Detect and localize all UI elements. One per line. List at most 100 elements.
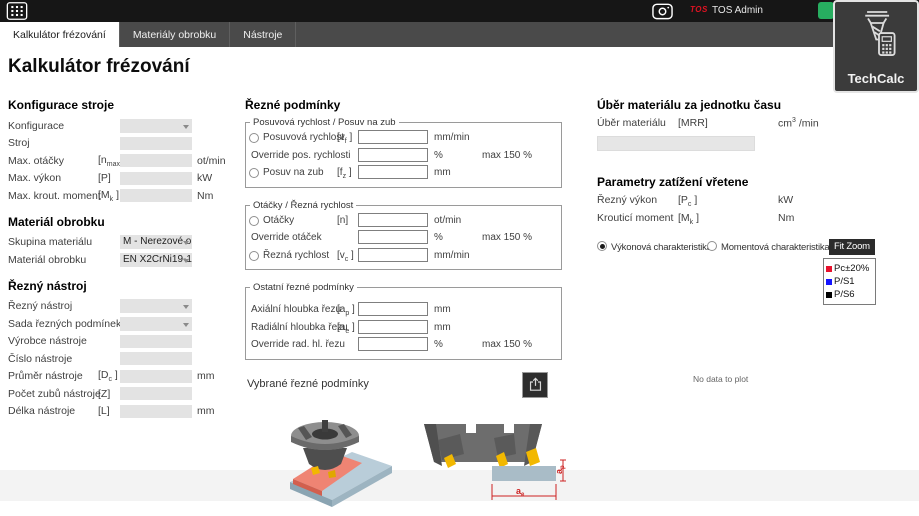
field-symbol: [ap ] [337,304,355,317]
override-pos-rychlosti-input[interactable] [358,148,428,162]
field-symbol: [Pc ] [678,194,697,208]
pocet-zubu-field [120,387,192,400]
field-label: Průměr nástroje [8,370,98,382]
field-unit: Nm [778,212,794,224]
prumer-nastroje-field [120,370,192,383]
rezny-nastroj-select[interactable] [120,299,192,313]
tab-kalkulator-frezovani[interactable]: Kalkulátor frézování [0,22,120,47]
field-symbol: [vc ] [337,250,354,263]
speed-group: Otáčky / Řezná rychlost Otáčky [n] ot/mi… [245,200,562,271]
form-row: Délka nástroje [L] mm [8,403,240,421]
otacky-radio[interactable] [249,216,259,226]
form-row: Sada řezných podmínek [8,315,240,333]
vykonova-charakteristika-radio[interactable] [597,241,607,251]
field-label: Počet zubů nástroje [8,388,98,400]
override-otacek-input[interactable] [358,230,428,244]
field-symbol: [n] [337,215,348,226]
milling-cutter-iso-image [278,406,400,512]
legend-swatch [826,292,832,298]
cutter-illustrations: ae ap [245,406,567,516]
selected-conditions-label: Vybrané řezné podmínky [247,378,369,390]
max-otacky-field [120,154,192,167]
rezna-rychlost-radio[interactable] [249,251,259,261]
section-heading: Parametry zatížení vřetene [597,175,915,189]
posuv-na-zub-input[interactable] [358,165,428,179]
skupina-materialu-select[interactable]: M - Nerezové o [120,235,192,249]
tab-bar: Kalkulátor frézování Materiály obrobku N… [0,22,919,47]
posuvova-rychlost-radio[interactable] [249,133,259,143]
rezna-rychlost-input[interactable] [358,248,428,262]
selected-conditions-row: Vybrané řezné podmínky [245,372,567,398]
techcalc-launcher[interactable]: TechCalc [833,0,919,93]
feed-group: Posuvová rychlost / Posuv na zub Posuvov… [245,117,562,188]
posuv-na-zub-radio[interactable] [249,168,259,178]
field-label: Axiální hloubka řezu [251,304,341,315]
form-row: Max. otáčky [nmax ] ot/min [8,152,240,170]
field-unit: kW [197,172,212,184]
field-unit: mm [434,167,451,178]
radio-label: Momentová charakteristika [721,242,830,253]
otacky-input[interactable] [358,213,428,227]
legend-item: P/S1 [826,275,873,288]
no-data-message: No data to plot [693,374,748,384]
tab-nastroje[interactable]: Nástroje [230,22,296,47]
section-heading: Řezné podmínky [245,98,567,112]
chart-area: Výkonová charakteristika Momentová chara… [597,240,915,500]
field-symbol: [vf ] [337,132,352,145]
max-moment-field [120,189,192,202]
field-label: Číslo nástroje [8,353,120,365]
form-row: Řezná rychlost [vc ] mm/min [248,248,556,266]
field-unit: mm/min [434,132,470,143]
form-row: Konfigurace [8,117,240,135]
app-menu-icon[interactable] [6,2,28,20]
form-row: Materiál obrobku EN X2CrNi19-1 [8,251,240,269]
axialni-hloubka-input[interactable] [358,302,428,316]
field-label: Úběr materiálu [597,117,666,129]
form-row: Krouticí moment [Mk ] Nm [597,212,915,230]
field-label: Posuvová rychlost [263,132,344,143]
sada-podminek-select[interactable] [120,317,192,331]
mrr-value-field [597,136,755,151]
fit-zoom-button[interactable]: Fit Zoom [829,239,875,255]
field-symbol: [Z] [98,388,120,400]
field-symbol: [L] [98,405,120,417]
chevron-down-icon [183,305,189,309]
max-note: max 150 % [482,232,532,243]
form-row: Řezný nástroj [8,298,240,316]
form-row: Počet zubů nástroje [Z] [8,385,240,403]
form-row: Úběr materiálu [MRR] cm3 /min [597,117,915,135]
field-unit: mm [434,304,451,315]
field-label: Max. výkon [8,172,98,184]
form-row: Stroj [8,135,240,153]
form-row: Max. krout. moment [Mk ] Nm [8,187,240,205]
field-symbol: [P] [98,172,120,184]
material-obrobku-select[interactable]: EN X2CrNi19-1 [120,253,192,267]
field-unit: cm3 /min [778,117,819,130]
form-row: Max. výkon [P] kW [8,170,240,188]
status-indicator [818,2,834,19]
field-label: Posuv na zub [263,167,324,178]
section-heading: Úběr materiálu za jednotku času [597,98,915,112]
form-row: Výrobce nástroje [8,333,240,351]
posuvova-rychlost-input[interactable] [358,130,428,144]
field-label: Sada řezných podmínek [8,318,120,330]
form-row: Otáčky [n] ot/min [248,213,556,231]
momentova-charakteristika-radio[interactable] [707,241,717,251]
cislo-nastroje-field [120,352,192,365]
tab-materialy-obrobku[interactable]: Materiály obrobku [120,22,230,47]
override-rad-hl-input[interactable] [358,337,428,351]
field-label: Konfigurace [8,120,120,132]
chart-mode-radios: Výkonová charakteristika Momentová chara… [597,240,915,258]
konfigurace-select[interactable] [120,119,192,133]
field-unit: kW [778,194,793,206]
section-heading: Materiál obrobku [8,215,240,229]
export-conditions-button[interactable] [522,372,548,398]
form-row: Radiální hloubka řezu [ae ] mm [248,320,556,338]
form-row: Override pos. rychlosti % max 150 % [248,148,556,166]
max-note: max 150 % [482,339,532,350]
camera-icon[interactable] [652,2,673,20]
field-unit: % [434,232,443,243]
field-label: Override pos. rychlosti [251,150,350,161]
field-symbol: [Dc ] [98,369,120,383]
radialni-hloubka-input[interactable] [358,320,428,334]
